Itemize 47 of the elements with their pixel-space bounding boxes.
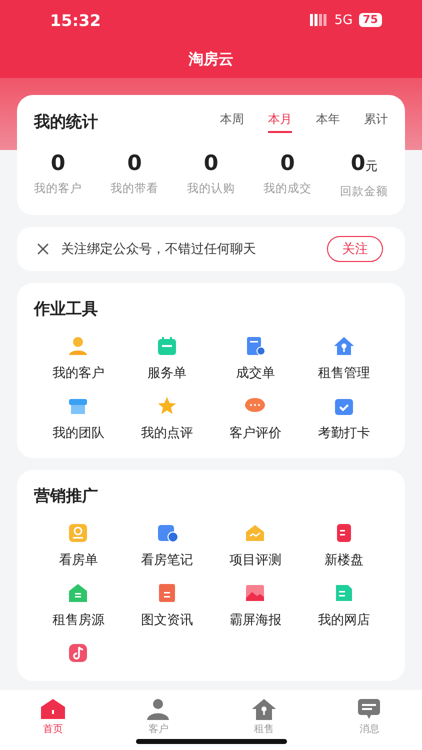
close-icon[interactable] (37, 243, 49, 255)
tool-label[interactable]: 租售房源 (52, 611, 104, 629)
section-title: 营销推广 (34, 486, 98, 505)
metric-value: 0 (127, 151, 142, 175)
section-title: 我的统计 (34, 112, 98, 132)
tool-label[interactable]: 我的客户 (52, 364, 104, 382)
metric-label: 我的认购 (187, 181, 235, 196)
metric-label: 我的成交 (264, 181, 312, 196)
house-key-icon (332, 334, 356, 358)
tool-label[interactable]: 霸屏海报 (229, 611, 282, 629)
tool-label[interactable]: 新楼盘 (324, 551, 364, 569)
network-label: 5G (334, 12, 353, 28)
metric-label: 我的客户 (34, 181, 82, 196)
tool-label[interactable]: 客户评价 (229, 424, 282, 442)
tool-label[interactable]: 我的点评 (140, 424, 193, 442)
status-time: 15:32 (50, 10, 101, 30)
tool-label[interactable]: 租售管理 (318, 364, 370, 382)
app-title: 淘房云 (188, 50, 234, 68)
signal-icon (310, 14, 328, 26)
metric-value: 0 (204, 151, 218, 175)
period-tab[interactable]: 本周 (220, 111, 244, 133)
follow-button[interactable]: 关注 (327, 236, 383, 262)
period-tab[interactable]: 本年 (316, 111, 340, 133)
tool-label[interactable]: 我的团队 (52, 424, 104, 442)
person-icon (145, 698, 172, 720)
tool-label[interactable]: 成交单 (236, 364, 275, 382)
tool-label[interactable]: 项目评测 (229, 551, 282, 569)
tool-label[interactable]: 服务单 (147, 364, 186, 382)
metric-label: 我的带看 (110, 181, 158, 196)
message-icon (356, 698, 382, 720)
metric-value: 0 (50, 151, 66, 175)
metric-value: 0元 (350, 151, 378, 177)
tool-label[interactable]: 我的网店 (318, 611, 370, 629)
tool-label[interactable]: 看房单 (58, 551, 98, 569)
battery-level: 75 (358, 13, 382, 27)
metric-value: 0 (280, 151, 295, 175)
metric-label: 回款金额 (340, 184, 388, 199)
house-key-icon (250, 698, 277, 720)
tool-label[interactable]: 看房笔记 (140, 551, 193, 569)
notice-text: 关注绑定公众号，不错过任何聊天 (61, 241, 257, 258)
period-tab[interactable]: 本月 (268, 111, 292, 133)
period-tab[interactable]: 累计 (364, 111, 388, 133)
nav-tab[interactable]: 首页 (0, 698, 106, 750)
tool-label[interactable]: 图文资讯 (140, 611, 193, 629)
home-icon (40, 698, 66, 720)
tool-label[interactable]: 考勤打卡 (318, 424, 370, 442)
section-title: 作业工具 (34, 299, 98, 318)
